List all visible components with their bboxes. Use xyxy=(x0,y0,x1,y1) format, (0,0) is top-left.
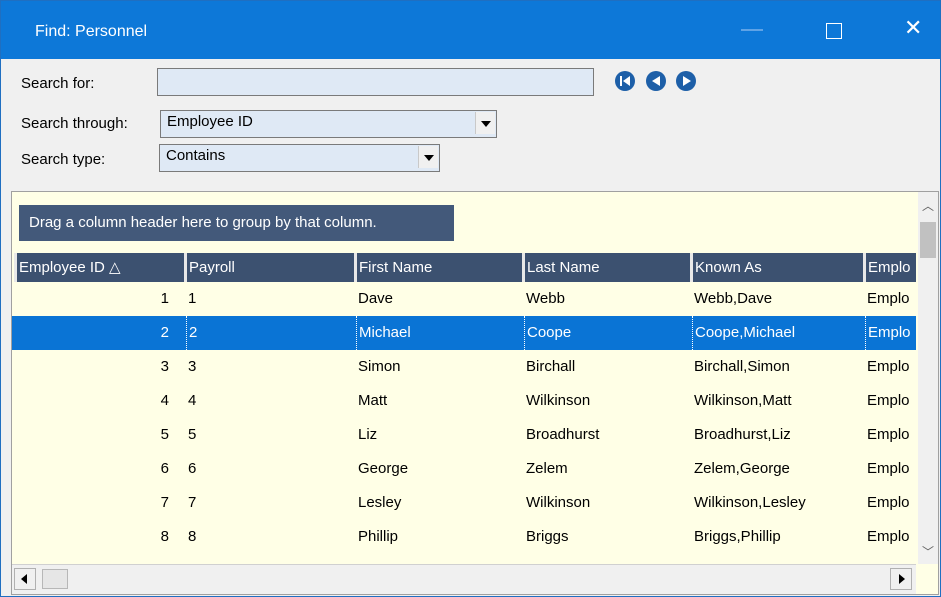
search-through-select[interactable]: Employee ID xyxy=(160,110,497,138)
cell-first-name: Matt xyxy=(358,392,388,409)
cell-employee-id: 2 xyxy=(160,324,169,341)
cell-employment: Emplo xyxy=(867,358,910,375)
find-personnel-window: Find: Personnel ✕ Search for: Search thr… xyxy=(0,0,941,597)
group-by-panel[interactable]: Drag a column header here to group by th… xyxy=(19,205,454,241)
table-row[interactable]: 7 7 Lesley Wilkinson Wilkinson,Lesley Emplo xyxy=(12,486,916,520)
chevron-down-icon[interactable] xyxy=(475,112,495,134)
cell-last-name: Birchall xyxy=(526,358,576,375)
search-type-value: Contains xyxy=(166,147,226,164)
column-header-first-name[interactable]: First Name xyxy=(354,253,522,282)
window-title: Find: Personnel xyxy=(35,23,148,40)
table-row[interactable]: 6 6 George Zelem Zelem,George Emplo xyxy=(12,452,916,486)
cell-known-as: Birchall,Simon xyxy=(694,358,790,375)
search-for-input[interactable] xyxy=(157,68,594,96)
cell-employment: Emplo xyxy=(867,528,910,545)
cell-known-as: Webb,Dave xyxy=(694,290,773,307)
column-header-employment[interactable]: Emplo xyxy=(863,253,916,282)
close-icon[interactable]: ✕ xyxy=(904,17,922,39)
results-grid: Drag a column header here to group by th… xyxy=(11,191,939,595)
vertical-scroll-thumb[interactable] xyxy=(920,222,936,258)
cell-payroll: 5 xyxy=(188,426,197,443)
cell-payroll: 6 xyxy=(188,460,197,477)
search-for-label: Search for: xyxy=(21,75,95,92)
cell-payroll: 1 xyxy=(188,290,197,307)
maximize-icon[interactable] xyxy=(826,23,842,39)
cell-employment: Emplo xyxy=(867,290,910,307)
cell-first-name: Dave xyxy=(358,290,394,307)
cell-known-as: Coope,Michael xyxy=(692,316,860,350)
column-header-last-name[interactable]: Last Name xyxy=(522,253,690,282)
scroll-down-icon[interactable]: ﹀ xyxy=(920,544,936,560)
cell-payroll: 4 xyxy=(188,392,197,409)
scroll-right-button[interactable] xyxy=(890,568,912,590)
first-record-icon[interactable] xyxy=(615,71,635,91)
cell-employee-id: 1 xyxy=(160,290,169,307)
cell-payroll: 3 xyxy=(188,358,197,375)
table-row[interactable]: 8 8 Phillip Briggs Briggs,Phillip Emplo xyxy=(12,520,916,554)
table-row[interactable]: 2 2 Michael Coope Coope,Michael Emplo xyxy=(12,316,916,350)
column-header-known-as[interactable]: Known As xyxy=(690,253,863,282)
cell-first-name: Liz xyxy=(358,426,378,443)
scroll-right-icon xyxy=(899,574,905,584)
cell-first-name: Lesley xyxy=(358,494,402,511)
column-header-employee-id[interactable]: Employee ID △ xyxy=(14,253,184,282)
cell-payroll: 2 xyxy=(186,316,349,350)
horizontal-scrollbar[interactable] xyxy=(12,564,916,594)
cell-known-as: Briggs,Phillip xyxy=(694,528,781,545)
vertical-scrollbar[interactable]: ︿ ﹀ xyxy=(918,192,938,564)
cell-payroll: 7 xyxy=(188,494,197,511)
cell-first-name: George xyxy=(358,460,409,477)
scroll-left-icon xyxy=(21,574,27,584)
cell-employee-id: 3 xyxy=(160,358,169,375)
cell-employment: Emplo xyxy=(867,426,910,443)
cell-first-name: Phillip xyxy=(358,528,399,545)
cell-employment: Emplo xyxy=(867,494,910,511)
previous-record-icon[interactable] xyxy=(646,71,666,91)
cell-last-name: Briggs xyxy=(526,528,569,545)
cell-employee-id: 7 xyxy=(160,494,169,511)
next-record-icon[interactable] xyxy=(676,71,696,91)
table-row[interactable]: 5 5 Liz Broadhurst Broadhurst,Liz Emplo xyxy=(12,418,916,452)
scroll-left-button[interactable] xyxy=(14,568,36,590)
cell-first-name: Michael xyxy=(356,316,519,350)
table-row[interactable]: 4 4 Matt Wilkinson Wilkinson,Matt Emplo xyxy=(12,384,916,418)
cell-employment: Emplo xyxy=(867,392,910,409)
cell-last-name: Webb xyxy=(526,290,565,307)
horizontal-scroll-thumb[interactable] xyxy=(42,569,68,589)
cell-last-name: Zelem xyxy=(526,460,568,477)
search-type-label: Search type: xyxy=(21,151,106,168)
cell-known-as: Wilkinson,Matt xyxy=(694,392,792,409)
cell-known-as: Broadhurst,Liz xyxy=(694,426,791,443)
column-header-payroll[interactable]: Payroll xyxy=(184,253,354,282)
minimize-icon[interactable] xyxy=(741,29,763,31)
cell-last-name: Coope xyxy=(524,316,687,350)
cell-last-name: Wilkinson xyxy=(526,494,591,511)
cell-known-as: Wilkinson,Lesley xyxy=(694,494,806,511)
cell-last-name: Wilkinson xyxy=(526,392,591,409)
table-row[interactable]: 1 1 Dave Webb Webb,Dave Emplo xyxy=(12,282,916,316)
cell-employee-id: 8 xyxy=(160,528,169,545)
scroll-up-icon[interactable]: ︿ xyxy=(920,198,936,214)
cell-first-name: Simon xyxy=(358,358,401,375)
search-through-value: Employee ID xyxy=(167,113,253,130)
cell-employee-id: 5 xyxy=(160,426,169,443)
search-type-select[interactable]: Contains xyxy=(159,144,440,172)
cell-last-name: Broadhurst xyxy=(526,426,600,443)
cell-employment: Emplo xyxy=(867,460,910,477)
table-row[interactable]: 3 3 Simon Birchall Birchall,Simon Emplo xyxy=(12,350,916,384)
cell-employee-id: 4 xyxy=(160,392,169,409)
search-through-label: Search through: xyxy=(21,115,128,132)
cell-payroll: 8 xyxy=(188,528,197,545)
title-bar[interactable]: Find: Personnel ✕ xyxy=(1,1,940,59)
cell-known-as: Zelem,George xyxy=(694,460,790,477)
chevron-down-icon[interactable] xyxy=(418,146,438,168)
cell-employee-id: 6 xyxy=(160,460,169,477)
cell-employment: Emplo xyxy=(865,316,919,350)
